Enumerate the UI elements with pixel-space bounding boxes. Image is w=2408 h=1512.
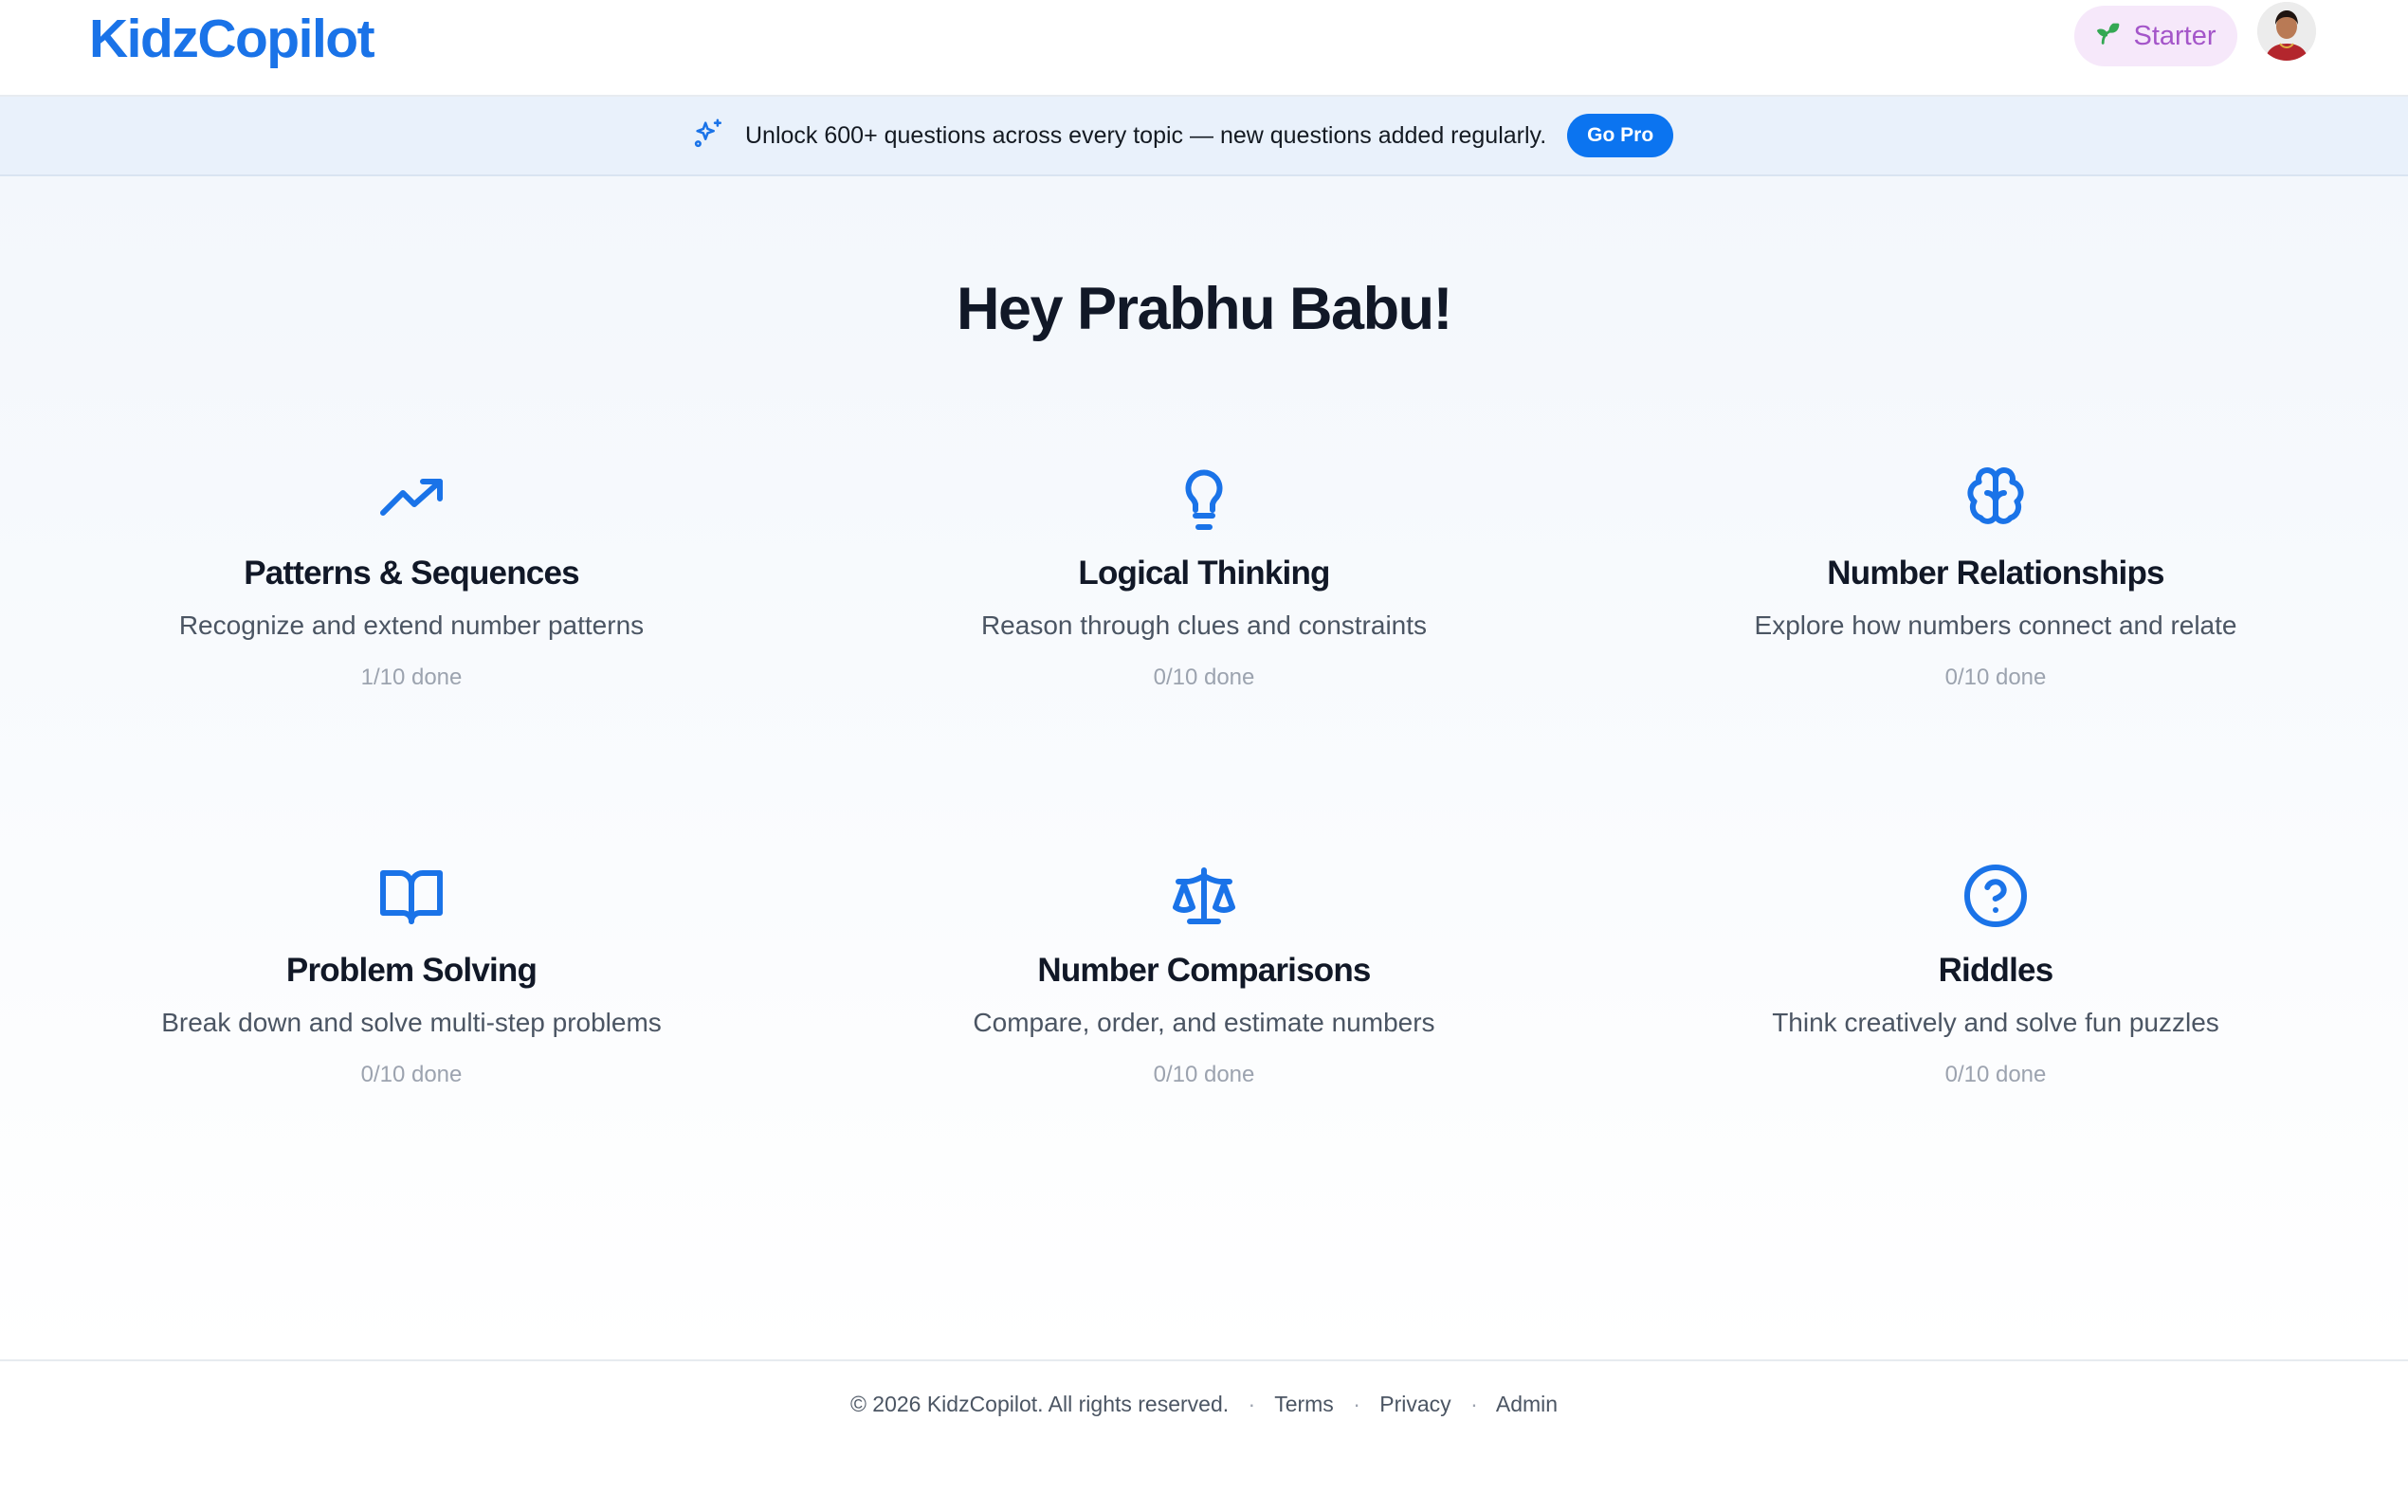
topic-description: Break down and solve multi-step problems — [161, 1008, 662, 1037]
topic-progress: 0/10 done — [1153, 1062, 1255, 1087]
topic-card-number-relationships[interactable]: Number Relationships Explore how numbers… — [1664, 465, 2327, 694]
promo-banner: Unlock 600+ questions across every topic… — [0, 97, 2408, 176]
help-circle-icon — [1961, 862, 2030, 930]
logo[interactable]: KidzCopilot — [89, 6, 375, 72]
sparkles-icon — [692, 118, 724, 155]
topic-description: Think creatively and solve fun puzzles — [1772, 1008, 2219, 1037]
topic-card-patterns-sequences[interactable]: Patterns & Sequences Recognize and exten… — [80, 465, 743, 694]
topic-card-problem-solving[interactable]: Problem Solving Break down and solve mul… — [80, 862, 743, 1091]
topic-card-riddles[interactable]: Riddles Think creatively and solve fun p… — [1664, 862, 2327, 1091]
footer-separator: · — [1248, 1392, 1256, 1416]
topic-description: Recognize and extend number patterns — [178, 610, 645, 640]
topic-title: Patterns & Sequences — [244, 555, 579, 592]
terms-link[interactable]: Terms — [1274, 1392, 1334, 1416]
go-pro-button[interactable]: Go Pro — [1567, 114, 1674, 157]
topic-description: Explore how numbers connect and relate — [1754, 610, 2237, 640]
topic-card-number-comparisons[interactable]: Number Comparisons Compare, order, and e… — [872, 862, 1536, 1091]
topic-description: Reason through clues and constraints — [980, 610, 1428, 640]
topic-title: Problem Solving — [285, 952, 538, 989]
top-navigation-bar: KidzCopilot Starter — [0, 0, 2408, 97]
topic-progress: 0/10 done — [1944, 1062, 2047, 1087]
trending-up-icon — [377, 465, 446, 533]
privacy-link[interactable]: Privacy — [1379, 1392, 1450, 1416]
main-content: Hey Prabhu Babu! Patterns & Sequences Re… — [0, 176, 2408, 1361]
copyright-text: © 2026 KidzCopilot. All rights reserved. — [849, 1392, 1230, 1416]
topic-description: Compare, order, and estimate numbers — [973, 1008, 1435, 1037]
banner-text: Unlock 600+ questions across every topic… — [745, 121, 1547, 149]
topic-progress: 1/10 done — [360, 665, 463, 690]
topic-progress: 0/10 done — [1944, 665, 2047, 690]
sprout-icon — [2095, 21, 2122, 52]
topic-title: Number Relationships — [1827, 555, 2164, 592]
footer: © 2026 KidzCopilot. All rights reserved.… — [0, 1359, 2408, 1512]
lightbulb-icon — [1170, 465, 1238, 533]
topic-progress: 0/10 done — [1153, 665, 1255, 690]
topic-title: Number Comparisons — [1037, 952, 1371, 989]
scale-icon — [1170, 862, 1238, 930]
footer-separator: · — [1470, 1392, 1478, 1416]
brain-icon — [1961, 465, 2030, 533]
topic-title: Logical Thinking — [1078, 555, 1330, 592]
topic-title: Riddles — [1938, 952, 2054, 989]
plan-label: Starter — [2133, 20, 2216, 51]
topic-progress: 0/10 done — [360, 1062, 463, 1087]
topic-card-logical-thinking[interactable]: Logical Thinking Reason through clues an… — [872, 465, 1536, 694]
book-open-icon — [377, 862, 446, 930]
footer-separator: · — [1353, 1392, 1360, 1416]
admin-link[interactable]: Admin — [1496, 1392, 1558, 1416]
greeting-heading: Hey Prabhu Babu! — [956, 276, 1453, 342]
avatar[interactable] — [2257, 2, 2316, 61]
plan-badge[interactable]: Starter — [2074, 6, 2237, 66]
